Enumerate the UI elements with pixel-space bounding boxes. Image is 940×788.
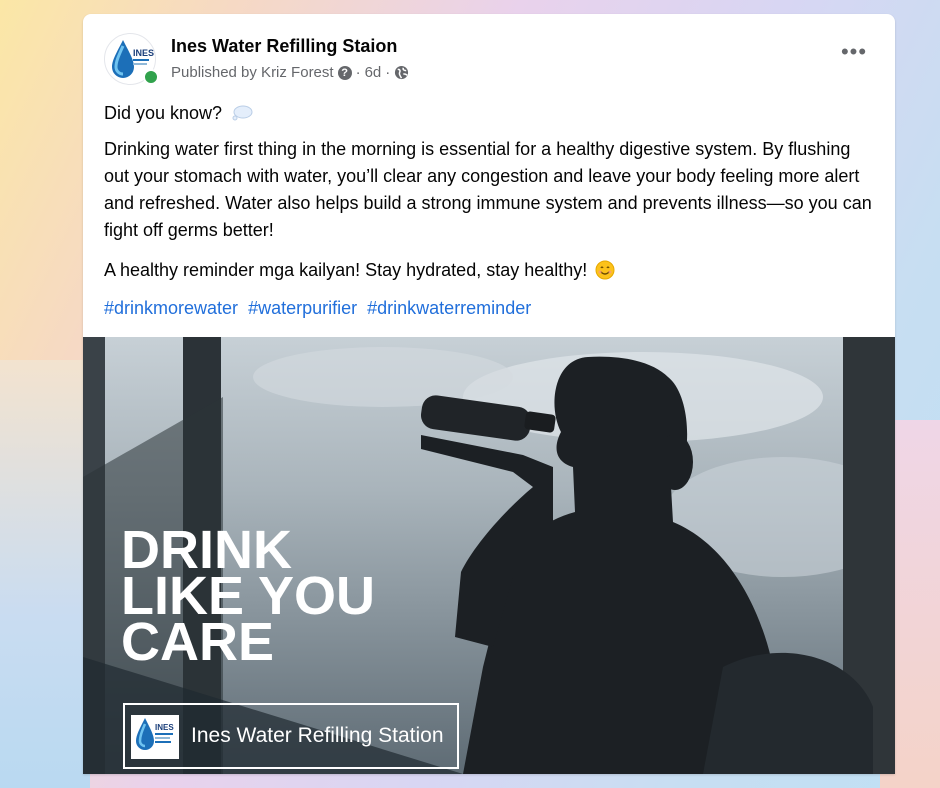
intro-text: Did you know?	[104, 103, 223, 123]
post-body: Drinking water first thing in the mornin…	[104, 139, 872, 240]
post-header: INES Ines Water Refilling Staion Publish…	[83, 14, 895, 94]
hashtag-link[interactable]: #waterpurifier	[248, 298, 357, 318]
more-options-icon[interactable]: •••	[837, 41, 871, 64]
hashtag-link[interactable]: #drinkmorewater	[104, 298, 238, 318]
svg-text:INES: INES	[155, 723, 174, 732]
published-by-label: Published by Kriz Forest	[171, 64, 334, 81]
globe-icon[interactable]	[394, 65, 409, 80]
hashtag-link[interactable]: #drinkwaterreminder	[367, 298, 531, 318]
post-reminder: A healthy reminder mga kailyan! Stay hyd…	[104, 257, 879, 284]
reminder-text: A healthy reminder mga kailyan! Stay hyd…	[104, 260, 588, 280]
post-intro: Did you know?	[104, 100, 879, 127]
meta-separator-2: ·	[385, 64, 391, 81]
background-left	[0, 360, 90, 788]
svg-text:INES: INES	[133, 48, 154, 58]
hashtag-list: #drinkmorewater #waterpurifier #drinkwat…	[104, 295, 879, 322]
page-name-link[interactable]: Ines Water Refilling Staion	[171, 36, 397, 57]
water-drop-logo: INES	[136, 718, 174, 750]
smiling-face-icon	[595, 260, 615, 280]
post-meta: Published by Kriz Forest ? · 6d ·	[171, 64, 409, 81]
brand-badge: INES Ines Water Refilling Station	[123, 703, 459, 769]
online-status-dot	[143, 69, 159, 85]
brand-name: Ines Water Refilling Station	[191, 724, 444, 747]
post-card: INES Ines Water Refilling Staion Publish…	[83, 14, 895, 774]
meta-separator: ·	[355, 64, 361, 81]
post-image[interactable]: DRINK LIKE YOU CARE INES Ines Water Refi…	[83, 337, 895, 774]
question-icon[interactable]: ?	[337, 65, 352, 80]
brand-logo: INES	[131, 715, 179, 759]
image-headline: DRINK LIKE YOU CARE	[121, 523, 375, 669]
post-time-link[interactable]: 6d	[365, 64, 382, 81]
thought-bubble-icon	[232, 105, 253, 121]
